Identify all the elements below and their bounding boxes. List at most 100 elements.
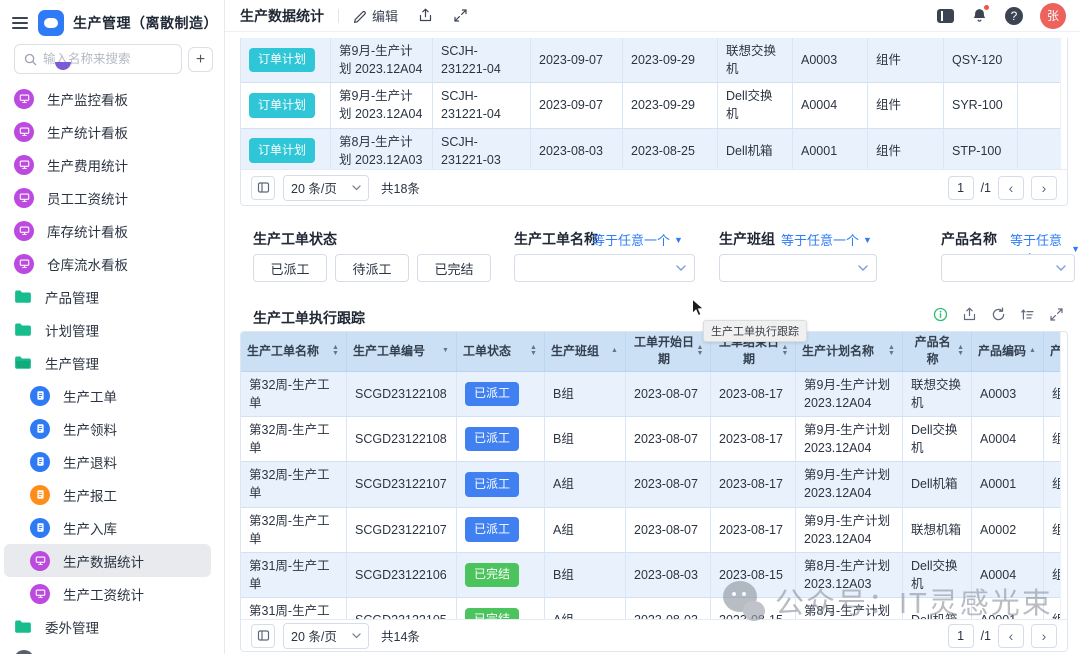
sidebar-header: 生产管理（离散制造） — [0, 8, 224, 38]
sidebar-item-label: 计划管理 — [45, 320, 99, 340]
col-header-plan-name[interactable]: 生产计划名称▲▼ — [796, 332, 903, 372]
export-icon[interactable] — [962, 307, 977, 322]
info-icon[interactable] — [933, 307, 948, 322]
page-size-select[interactable]: 20 条/页 — [283, 623, 369, 649]
product-name-select[interactable] — [941, 254, 1075, 282]
sort-icon: ▼ — [441, 348, 450, 354]
cell-code: SCGD23122106 — [347, 553, 457, 598]
sidebar-item-production-work-order[interactable]: 生产工单 — [4, 379, 211, 412]
sidebar-item-label: 委外管理 — [45, 617, 99, 637]
work-order-name-select[interactable] — [514, 254, 695, 282]
menu-icon[interactable] — [12, 17, 28, 29]
caret-down-icon: ▼ — [863, 235, 872, 245]
dashboard-icon — [14, 89, 34, 109]
page-input[interactable]: 1 — [948, 624, 974, 648]
work-order-name-filter-label: 生产工单名称 — [514, 229, 598, 249]
col-header-product-code[interactable]: 产品编码▲ — [972, 332, 1044, 372]
sidebar-item-label: 生产管理 — [45, 353, 99, 373]
cell-status: 已派工 — [457, 508, 545, 553]
work-order-name-operator[interactable]: 等于任意一个▼ — [592, 230, 683, 249]
table-row[interactable]: 第32周-生产工单 SCGD23122107 已派工 A组 2023-08-07… — [241, 508, 1067, 553]
filter-button-pending[interactable]: 待派工 — [335, 254, 409, 282]
sidebar-item-production-wage-stats[interactable]: 生产工资统计 — [4, 577, 211, 610]
sidebar-item-production-warehousing[interactable]: 生产入库 — [4, 511, 211, 544]
avatar[interactable]: 张 — [1040, 3, 1066, 29]
sidebar-item-inventory-stats-board[interactable]: 库存统计看板 — [4, 214, 211, 247]
table-row[interactable]: 订单计划 第9月-生产计划 2023.12A04 SCJH-231221-04 … — [241, 38, 1067, 83]
prev-page-button[interactable]: ‹ — [998, 176, 1024, 200]
refresh-icon[interactable] — [991, 307, 1006, 322]
cell-team: B组 — [545, 372, 626, 417]
scrollbar-gutter[interactable] — [1060, 38, 1067, 169]
dashboard-icon — [14, 122, 34, 142]
filter-button-completed[interactable]: 已完结 — [417, 254, 491, 282]
sidebar-item-production-management[interactable]: 生产管理 — [4, 346, 211, 379]
sidebar-item-production-monitor-board[interactable]: 生产监控看板 — [4, 82, 211, 115]
table-row[interactable]: 订单计划 第9月-生产计划 2023.12A04 SCJH-231221-04 … — [241, 83, 1067, 128]
col-header-start-date[interactable]: 工单开始日期▲▼ — [626, 332, 711, 372]
edit-button[interactable]: 编辑 — [353, 6, 398, 25]
sidebar-item-admin-backend[interactable]: 管理后台 — [4, 643, 211, 654]
help-icon[interactable]: ? — [1005, 7, 1023, 25]
share-icon[interactable] — [418, 8, 433, 23]
tree-sort-icon[interactable] — [1020, 307, 1035, 322]
team-select[interactable] — [719, 254, 877, 282]
col-header-team[interactable]: 生产班组▲ — [545, 332, 626, 372]
cell-name: 第32周-生产工单 — [241, 508, 347, 553]
table-row[interactable]: 订单计划 第8月-生产计划 2023.12A03 SCJH-231221-03 … — [241, 129, 1067, 174]
cell-product: 联想交换机 — [903, 372, 972, 417]
table-row[interactable]: 第32周-生产工单 SCGD23122108 已派工 B组 2023-08-07… — [241, 372, 1067, 417]
dashboard-icon — [30, 551, 50, 571]
chevron-down-icon — [352, 185, 361, 191]
cell-start-date: 2023-09-07 — [531, 38, 623, 83]
page-size-select[interactable]: 20 条/页 — [283, 175, 369, 201]
cell-end-date: 2023-08-25 — [623, 129, 718, 174]
page-input[interactable]: 1 — [948, 176, 974, 200]
table-row[interactable]: 第32周-生产工单 SCGD23122107 已派工 A组 2023-08-07… — [241, 462, 1067, 507]
folder-open-icon — [14, 355, 32, 370]
scrollbar-gutter[interactable] — [1060, 332, 1067, 619]
bell-icon[interactable] — [971, 7, 988, 24]
sidebar-item-production-data-stats[interactable]: 生产数据统计 — [4, 544, 211, 577]
sidebar-item-outsourcing-management[interactable]: 委外管理 — [4, 610, 211, 643]
sidebar-item-employee-wage-stats[interactable]: 员工工资统计 — [4, 181, 211, 214]
sidebar-item-product-management[interactable]: 产品管理 — [4, 280, 211, 313]
next-page-button[interactable]: › — [1031, 176, 1057, 200]
sidebar-item-plan-management[interactable]: 计划管理 — [4, 313, 211, 346]
sidebar-item-label: 生产工资统计 — [63, 584, 144, 604]
sidebar-item-warehouse-flow-board[interactable]: 仓库流水看板 — [4, 247, 211, 280]
cell-product: Dell交换机 — [903, 417, 972, 462]
sidebar-item-production-picking[interactable]: 生产领料 — [4, 412, 211, 445]
cell-name: 第32周-生产工单 — [241, 417, 347, 462]
col-header-product-name[interactable]: 产品名称▲▼ — [903, 332, 972, 372]
fullscreen-icon[interactable] — [1049, 307, 1064, 322]
table-row[interactable]: 第32周-生产工单 SCGD23122108 已派工 B组 2023-08-07… — [241, 417, 1067, 462]
sidebar-item-label: 生产工单 — [63, 386, 117, 406]
cell-code: SCGD23122108 — [347, 372, 457, 417]
table-row[interactable]: 第31周-生产工单 SCGD23122106 已完结 B组 2023-08-03… — [241, 553, 1067, 598]
column-settings-icon[interactable] — [251, 176, 275, 200]
panel-toggle-icon[interactable] — [937, 9, 954, 23]
next-page-button[interactable]: › — [1031, 624, 1057, 648]
page-total-label: /1 — [981, 181, 991, 195]
col-header-work-order-code[interactable]: 生产工单编号▼ — [347, 332, 457, 372]
sidebar-item-label: 生产入库 — [63, 518, 117, 538]
caret-down-icon: ▼ — [1071, 244, 1080, 254]
column-settings-icon[interactable] — [251, 624, 275, 648]
sort-icon: ▲▼ — [956, 345, 965, 357]
sidebar-item-label: 生产数据统计 — [63, 551, 144, 571]
sidebar-item-production-stats-board[interactable]: 生产统计看板 — [4, 115, 211, 148]
col-header-work-order-name[interactable]: 生产工单名称▲▼ — [241, 332, 347, 372]
fullscreen-icon[interactable] — [453, 8, 468, 23]
team-operator[interactable]: 等于任意一个▼ — [781, 230, 872, 249]
cell-name: 第32周-生产工单 — [241, 462, 347, 507]
prev-page-button[interactable]: ‹ — [998, 624, 1024, 648]
cell-team: A组 — [545, 508, 626, 553]
col-header-status[interactable]: 工单状态▲▼ — [457, 332, 545, 372]
sidebar-item-production-return[interactable]: 生产退料 — [4, 445, 211, 478]
filter-button-dispatched[interactable]: 已派工 — [253, 254, 327, 282]
sidebar-item-production-reporting[interactable]: 生产报工 — [4, 478, 211, 511]
tooltip: 生产工单执行跟踪 — [703, 320, 807, 342]
sidebar-item-production-cost-stats[interactable]: 生产费用统计 — [4, 148, 211, 181]
cell-plan: 第9月-生产计划 2023.12A04 — [331, 38, 433, 83]
